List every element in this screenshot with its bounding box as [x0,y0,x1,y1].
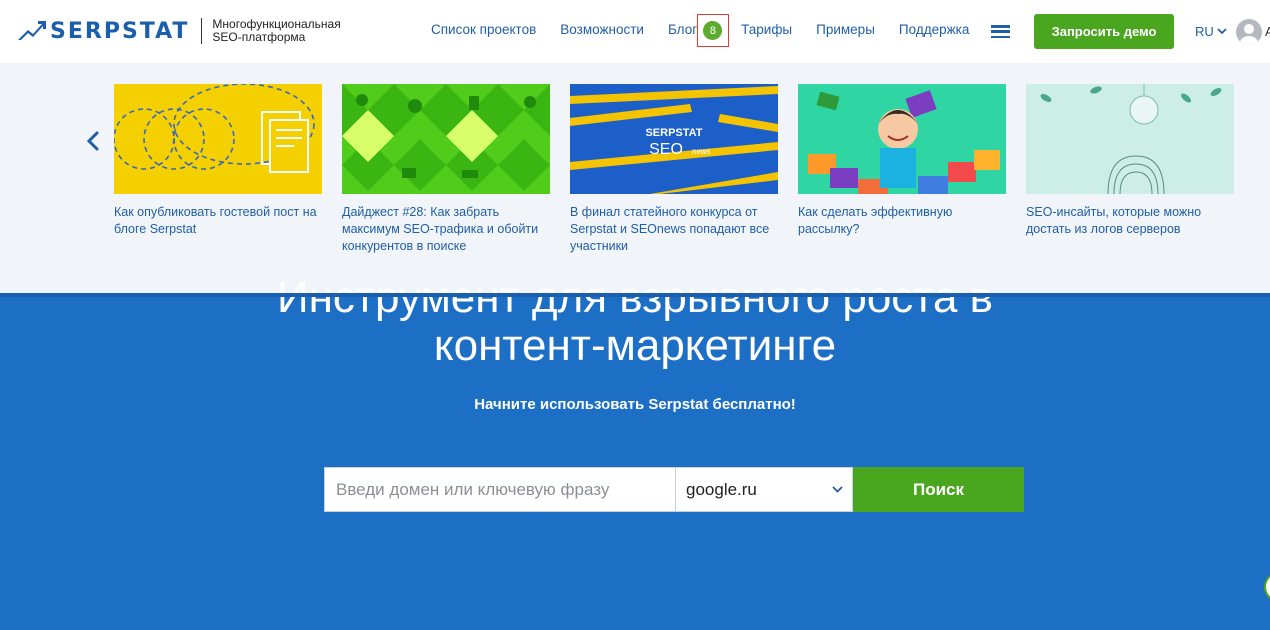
blog-thumbnail [342,84,550,194]
thumb-seo-text: SEO [649,141,683,158]
search-input[interactable] [324,467,675,512]
hamburger-menu-icon[interactable] [991,25,1010,38]
search-button[interactable]: Поиск [853,467,1024,512]
hero-title-line-1: Инструмент для взрывного роста в [276,273,994,322]
hero-title-line-2: контент-маркетинге [433,321,837,370]
carousel-prev-icon[interactable] [84,127,102,155]
logo-text: SERPSTAT [50,18,190,44]
search-form: google.ru Поиск [324,467,1024,512]
blog-card-title[interactable]: Дайджест #28: Как забрать максимум SEO-т… [342,204,550,255]
nav-pricing[interactable]: Тарифы [741,22,792,37]
blog-thumbnail: SERPSTAT SEO news [570,84,778,194]
user-name-initial: А [1265,24,1270,39]
request-demo-button[interactable]: Запросить демо [1034,14,1174,49]
hero-subtitle: Начните использовать Serpstat бесплатно! [474,396,796,413]
panel-shadow-divider [0,293,1270,297]
logo-divider [201,18,203,44]
thumb-news-text: news [692,147,711,156]
language-label: RU [1195,24,1214,39]
nav-projects[interactable]: Список проектов [431,22,536,37]
search-engine-value: google.ru [686,479,757,499]
blog-card-title[interactable]: Как опубликовать гостевой пост на блоге … [114,204,322,238]
blog-badge-highlight: 8 [696,14,729,47]
blog-card[interactable]: Дайджест #28: Как забрать максимум SEO-т… [342,84,550,255]
main-nav: Список проектов Возможности Блог 8 Тариф… [431,14,969,47]
blog-dropdown-panel: Как опубликовать гостевой пост на блоге … [0,63,1270,293]
blog-card-title[interactable]: Как сделать эффективную рассылку? [798,204,1006,238]
site-header: SERPSTAT Многофункциональная SEO-платфор… [0,0,1270,63]
blog-card[interactable]: Как опубликовать гостевой пост на блоге … [114,84,322,238]
blog-card[interactable]: SERPSTAT SEO news В финал статейного кон… [570,84,778,255]
nav-support[interactable]: Поддержка [899,22,969,37]
logo[interactable]: SERPSTAT Многофункциональная SEO-платфор… [18,18,341,44]
chevron-down-icon [1217,28,1227,35]
nav-blog[interactable]: Блог [668,22,697,37]
language-selector[interactable]: RU [1195,24,1227,39]
blog-card-title[interactable]: В финал статейного конкурса от Serpstat … [570,204,778,255]
blog-card[interactable]: Как сделать эффективную рассылку? [798,84,1006,238]
nav-features[interactable]: Возможности [560,22,644,37]
chat-widget-icon[interactable] [1264,572,1270,602]
user-avatar-icon[interactable] [1236,19,1262,45]
blog-card-title[interactable]: SEO-инсайты, которые можно достать из ло… [1026,204,1234,238]
serpstat-logo-icon [18,21,46,40]
tagline-line-2: SEO-платформа [212,30,306,44]
logo-tagline: Многофункциональная SEO-платформа [212,18,340,44]
blog-count-badge[interactable]: 8 [703,21,723,40]
nav-examples[interactable]: Примеры [816,22,875,37]
blog-card[interactable]: SEO-инсайты, которые можно достать из ло… [1026,84,1234,238]
nav-blog-item[interactable]: Блог 8 [668,14,733,47]
blog-thumbnail [1026,84,1234,194]
chevron-down-icon [832,486,843,493]
blog-thumbnail [798,84,1006,194]
blog-thumbnail [114,84,322,194]
thumb-serpstat-text: SERPSTAT [645,127,702,139]
search-engine-select[interactable]: google.ru [675,467,853,512]
